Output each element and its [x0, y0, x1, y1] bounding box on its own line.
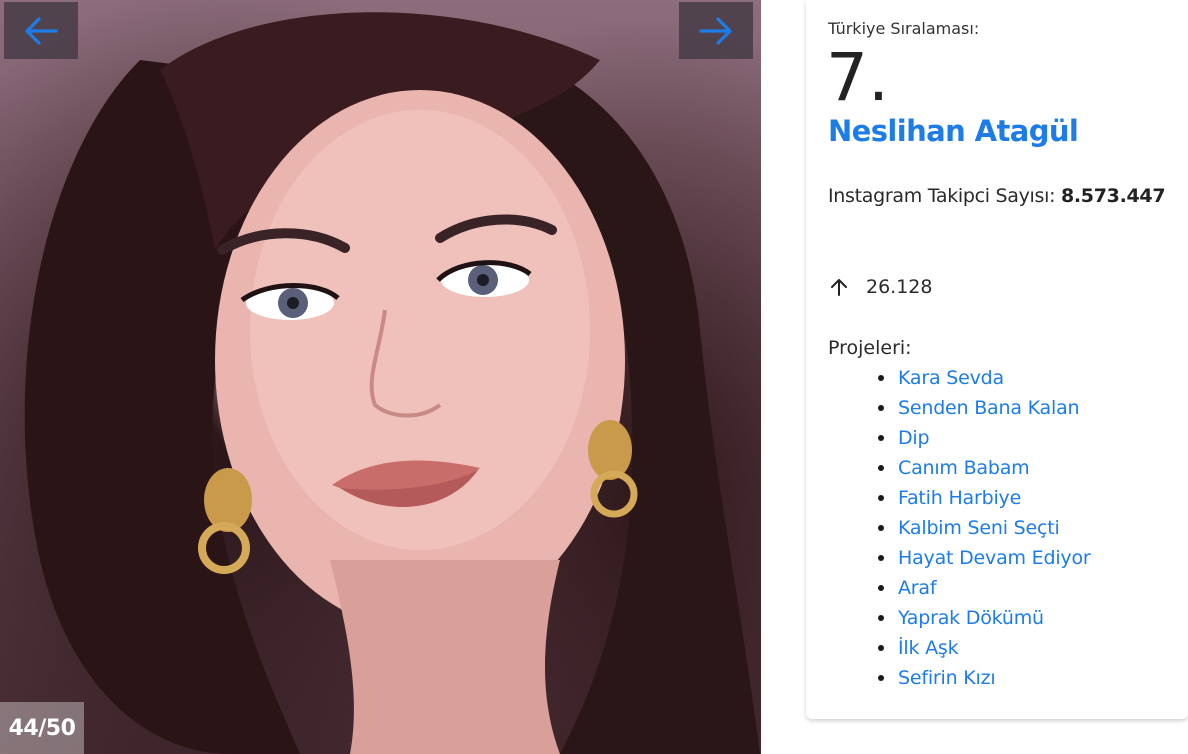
project-link[interactable]: Fatih Harbiye — [898, 487, 1021, 509]
rank-label: Türkiye Sıralaması: — [828, 19, 980, 38]
followers-label: Instagram Takipci Sayısı: — [828, 185, 1056, 207]
projects-label: Projeleri: — [828, 337, 912, 359]
project-link[interactable]: Kalbim Seni Seçti — [898, 517, 1060, 539]
photo-gallery: 44/50 — [0, 0, 761, 754]
follower-change-value: 26.128 — [866, 276, 933, 298]
profile-card: Türkiye Sıralaması: 7. Neslihan Atagül I… — [806, 0, 1188, 719]
rank-value: 7. — [826, 39, 889, 116]
page: 44/50 Türkiye Sıralaması: 7. Neslihan At… — [0, 0, 1188, 754]
arrow-right-icon — [699, 16, 732, 45]
list-item: İlk Aşk — [876, 634, 1091, 664]
list-item: Kalbim Seni Seçti — [876, 514, 1091, 544]
list-item: Canım Babam — [876, 454, 1091, 484]
followers-row: Instagram Takipci Sayısı: 8.573.447 — [828, 185, 1166, 207]
list-item: Fatih Harbiye — [876, 484, 1091, 514]
project-link[interactable]: Senden Bana Kalan — [898, 397, 1080, 419]
project-link[interactable]: Sefirin Kızı — [898, 667, 996, 689]
project-link[interactable]: Kara Sevda — [898, 367, 1004, 389]
list-item: Kara Sevda — [876, 364, 1091, 394]
list-item: Araf — [876, 574, 1091, 604]
list-item: Senden Bana Kalan — [876, 394, 1091, 424]
celebrity-name-link[interactable]: Neslihan Atagül — [828, 114, 1079, 148]
project-link[interactable]: Hayat Devam Ediyor — [898, 547, 1091, 569]
project-link[interactable]: Araf — [898, 577, 937, 599]
project-link[interactable]: Yaprak Dökümü — [898, 607, 1044, 629]
portrait-illustration — [24, 12, 760, 754]
project-link[interactable]: İlk Aşk — [898, 637, 959, 659]
list-item: Hayat Devam Ediyor — [876, 544, 1091, 574]
project-link[interactable]: Canım Babam — [898, 457, 1030, 479]
followers-value: 8.573.447 — [1060, 185, 1166, 207]
list-item: Yaprak Dökümü — [876, 604, 1091, 634]
projects-list: Kara Sevda Senden Bana Kalan Dip Canım B… — [876, 364, 1091, 694]
list-item: Dip — [876, 424, 1091, 454]
previous-button[interactable] — [4, 2, 78, 59]
arrow-up-icon — [828, 276, 850, 298]
project-link[interactable]: Dip — [898, 427, 930, 449]
follower-change-row: 26.128 — [828, 276, 932, 298]
arrow-left-icon — [25, 16, 58, 45]
list-item: Sefirin Kızı — [876, 664, 1091, 694]
next-button[interactable] — [679, 2, 753, 59]
photo-counter: 44/50 — [0, 702, 84, 754]
